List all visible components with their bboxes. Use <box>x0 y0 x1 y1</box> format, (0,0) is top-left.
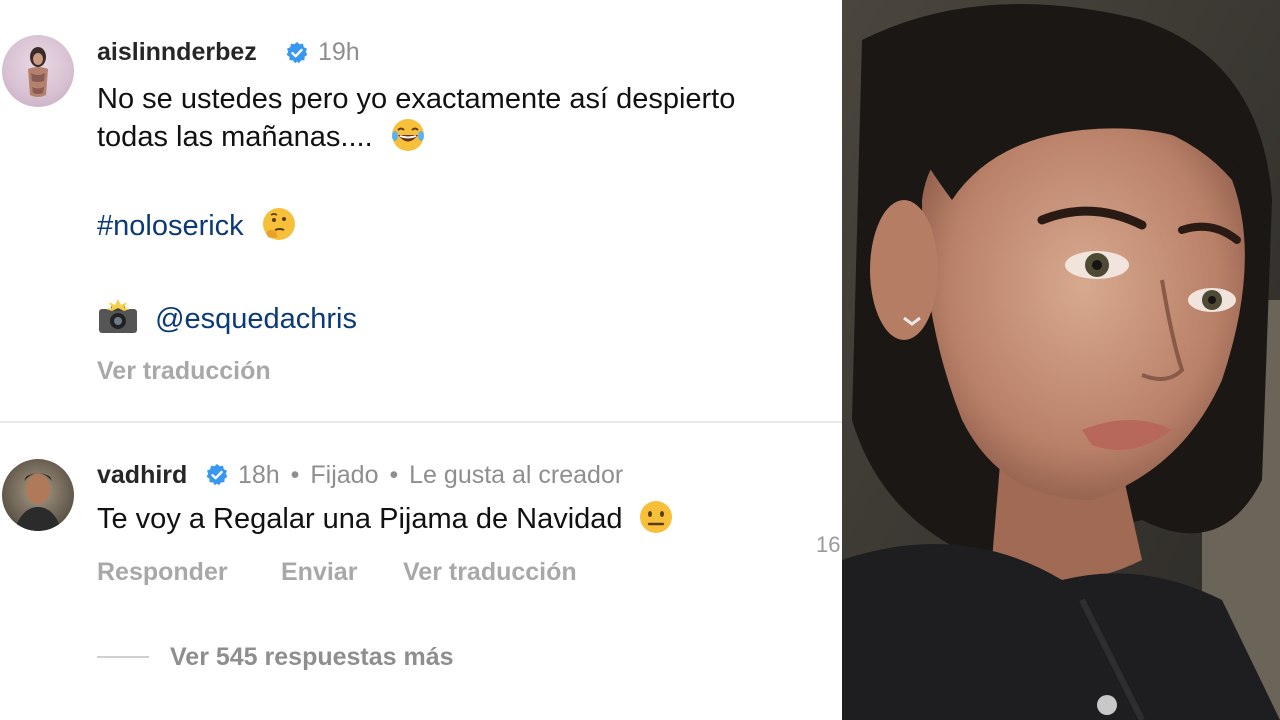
divider <box>0 421 842 423</box>
caption-line-1: No se ustedes pero yo exactamente así de… <box>97 83 736 115</box>
post-time: 19h <box>318 38 360 66</box>
comment-time: 18h <box>238 461 280 489</box>
thinking-emoji-icon <box>262 208 295 241</box>
send-button[interactable]: Enviar <box>281 558 357 587</box>
laughing-emoji-icon <box>391 119 424 152</box>
comment-text-line: Te voy a Regalar una Pijama de Navidad <box>97 500 675 538</box>
post-author-avatar[interactable] <box>2 35 74 107</box>
cut-off-like-count: 16 <box>816 532 841 557</box>
replies-divider-line <box>97 656 149 658</box>
camera-flash-emoji-icon <box>99 299 137 334</box>
commenter-avatar[interactable] <box>2 459 74 531</box>
comment-username[interactable]: vadhird <box>97 461 187 490</box>
hashtag-link[interactable]: #noloserick <box>97 210 244 242</box>
liked-by-creator-label: Le gusta al creador <box>409 461 624 489</box>
post-caption: No se ustedes pero yo exactamente así de… <box>97 80 837 156</box>
view-replies-button[interactable]: Ver 545 respuestas más <box>170 643 454 672</box>
verified-badge-icon <box>206 464 228 486</box>
verified-badge-icon <box>286 42 308 64</box>
neutral-face-emoji-icon <box>639 501 672 534</box>
caption-line-2: todas las mañanas.... <box>97 118 837 156</box>
caption-line-2-text: todas las mañanas.... <box>97 121 373 153</box>
comment-meta: 18h • Fijado • Le gusta al creador <box>238 461 623 490</box>
credit-line: @esquedachris <box>97 299 357 338</box>
comments-panel: aislinnderbez 19h No se ustedes pero yo … <box>0 0 842 720</box>
avatar-image <box>28 47 48 97</box>
post-translate-link[interactable]: Ver traducción <box>97 357 271 386</box>
pinned-label: Fijado <box>310 461 379 489</box>
portrait-photo <box>842 0 1280 720</box>
reply-button[interactable]: Responder <box>97 558 228 587</box>
avatar-image <box>14 473 62 531</box>
meta-separator: • <box>389 461 399 489</box>
meta-separator: • <box>290 461 300 489</box>
comment-translate-link[interactable]: Ver traducción <box>403 558 577 587</box>
post-username[interactable]: aislinnderbez <box>97 38 257 67</box>
mention-link[interactable]: @esquedachris <box>155 303 357 335</box>
portrait-image <box>842 0 1280 720</box>
hashtag-line: #noloserick <box>97 207 298 245</box>
comment-text: Te voy a Regalar una Pijama de Navidad <box>97 503 623 535</box>
